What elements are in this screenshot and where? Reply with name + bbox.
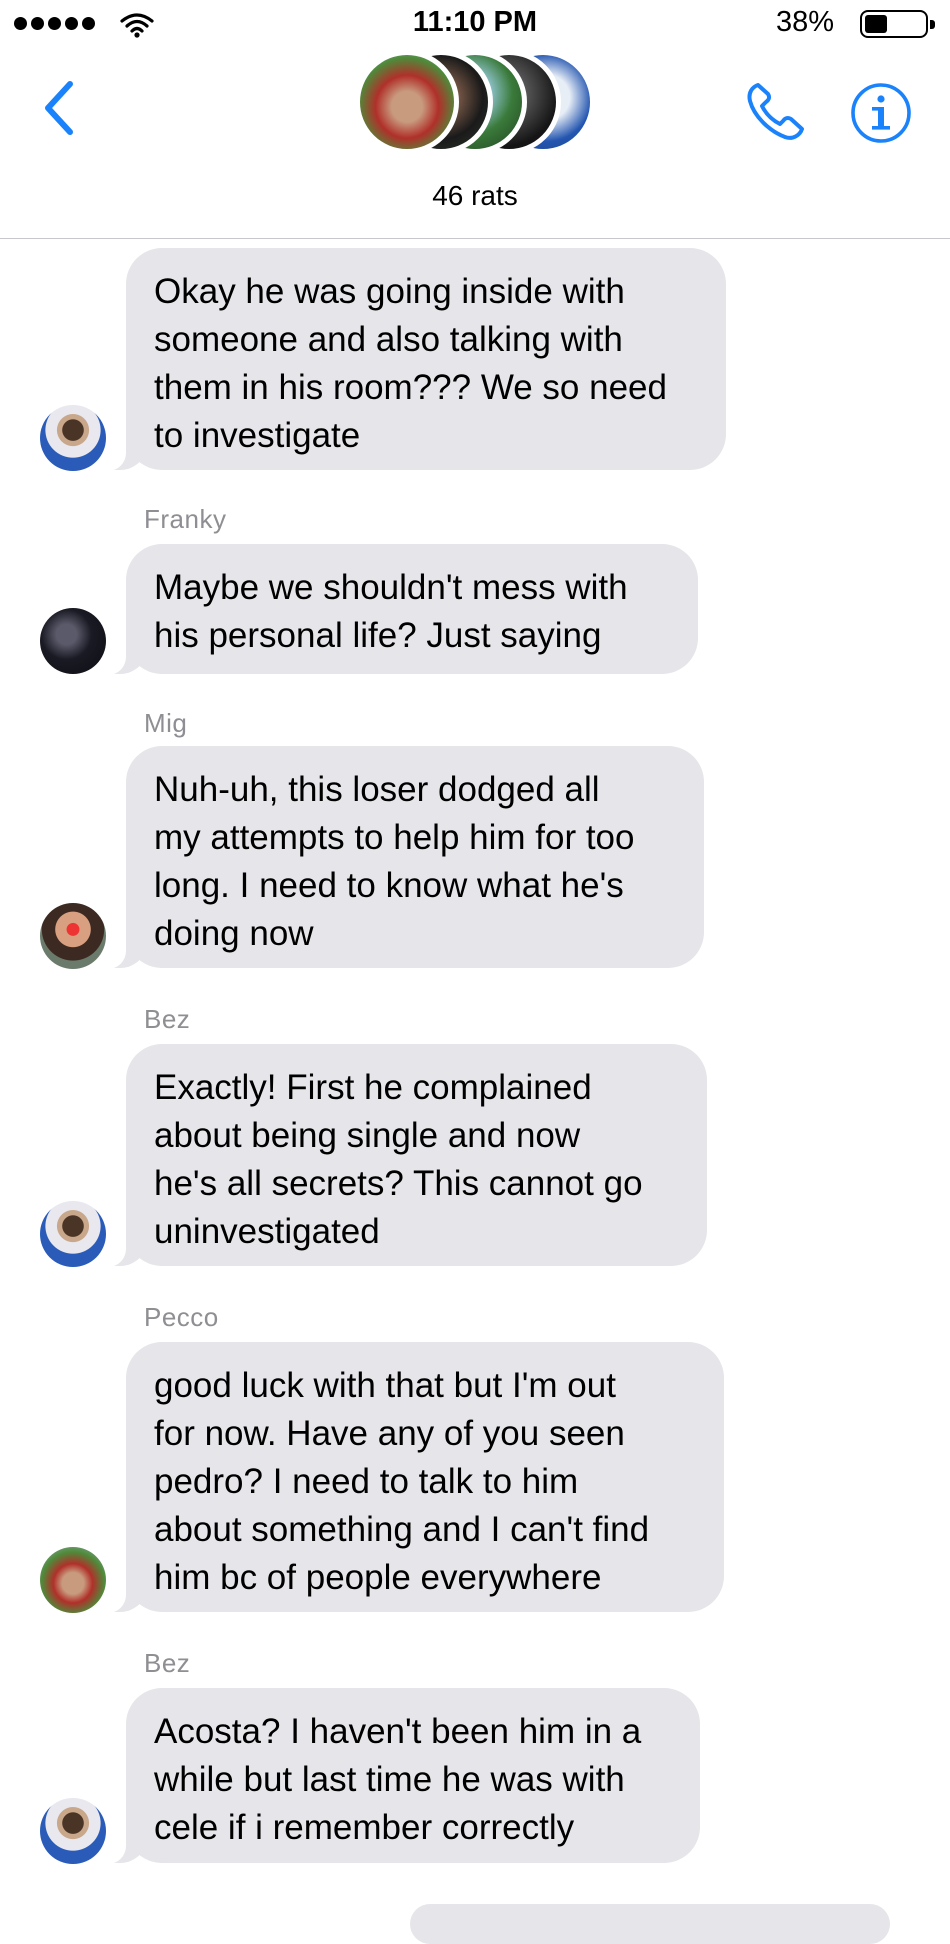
sender-avatar[interactable] — [40, 608, 106, 674]
sender-name: Bez — [144, 1004, 191, 1034]
group-avatar — [355, 50, 459, 154]
message-bubble-partial — [410, 1904, 890, 1944]
message-bubble[interactable]: good luck with that but I'm out for now.… — [100, 1342, 724, 1613]
message-text: to investigate — [154, 416, 361, 455]
message-text: for now. Have any of you seen — [154, 1414, 625, 1453]
message-text: doing now — [154, 914, 314, 953]
message-bubble[interactable]: Acosta? I haven't been him in a while bu… — [100, 1688, 700, 1864]
battery-icon — [860, 10, 935, 38]
message-text: someone and also talking with — [154, 320, 623, 359]
group-avatar-stack[interactable] — [355, 48, 595, 158]
sender-name: Bez — [144, 1648, 191, 1678]
message-text: he's all secrets? This cannot go — [154, 1164, 643, 1203]
message-text: Exactly! First he complained — [154, 1068, 592, 1107]
message-text: Acosta? I haven't been him in a — [154, 1712, 642, 1751]
message-text: Maybe we shouldn't mess with — [154, 568, 628, 607]
message-bubble[interactable]: Exactly! First he complained about being… — [100, 1044, 707, 1267]
info-icon[interactable] — [850, 82, 912, 144]
back-chevron-icon[interactable] — [38, 78, 78, 138]
sender-avatar[interactable] — [40, 1201, 106, 1267]
message-text: my attempts to help him for too — [154, 818, 635, 857]
message-text: about something and I can't find — [154, 1510, 650, 1549]
message-text: cele if i remember correctly — [154, 1808, 575, 1847]
message-text: long. I need to know what he's — [154, 866, 624, 905]
sender-avatar[interactable] — [40, 405, 106, 471]
sender-name: Franky — [144, 504, 227, 534]
message-text: him bc of people everywhere — [154, 1558, 602, 1597]
phone-icon[interactable] — [744, 80, 808, 144]
message-text: Nuh-uh, this loser dodged all — [154, 770, 600, 809]
message-bubble[interactable]: Nuh-uh, this loser dodged all my attempt… — [100, 746, 704, 969]
battery-percentage: 38% — [775, 6, 834, 38]
message-bubble[interactable]: Maybe we shouldn't mess with his persona… — [100, 544, 698, 675]
status-bar: 11:10 PM 38% — [0, 0, 950, 48]
message-bubble[interactable]: Okay he was going inside with someone an… — [100, 248, 726, 471]
sender-avatar[interactable] — [40, 1547, 106, 1613]
sender-name: Pecco — [144, 1302, 219, 1332]
sender-name: Mig — [144, 708, 188, 738]
message-text: Okay he was going inside with — [154, 272, 625, 311]
message-text: them in his room??? We so need — [154, 368, 667, 407]
message-text: good luck with that but I'm out — [154, 1366, 616, 1405]
conversation-header: 46 rats — [0, 48, 950, 239]
sender-avatar[interactable] — [40, 903, 106, 969]
sender-avatar[interactable] — [40, 1798, 106, 1864]
message-text: uninvestigated — [154, 1212, 380, 1251]
message-text: pedro? I need to talk to him — [154, 1462, 579, 1501]
message-text: about being single and now — [154, 1116, 581, 1155]
message-text: his personal life? Just saying — [154, 616, 602, 655]
message-text: while but last time he was with — [154, 1760, 625, 1799]
group-name[interactable]: 46 rats — [0, 180, 950, 212]
